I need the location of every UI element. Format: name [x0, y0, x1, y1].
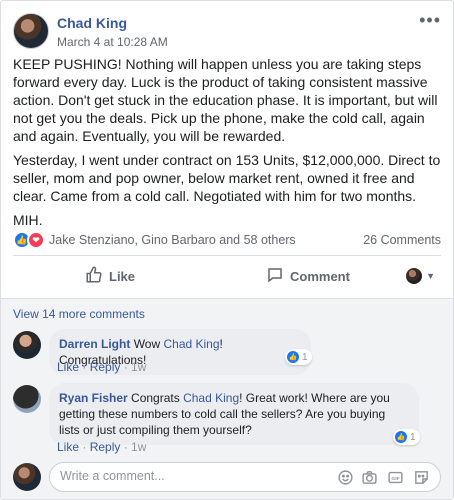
comment-text: Congrats	[131, 391, 184, 405]
reactors-summary[interactable]: Jake Stenziano, Gino Barbaro and 58 othe…	[49, 233, 296, 247]
speech-bubble-icon	[266, 266, 284, 287]
user-mini-avatar	[406, 268, 423, 284]
commenter-name[interactable]: Darren Light	[59, 337, 130, 351]
like-button[interactable]: Like	[85, 259, 135, 293]
emoji-icon[interactable]	[337, 469, 354, 486]
comment-composer: GIF	[13, 462, 441, 492]
like-reaction-icon: 👍	[287, 351, 299, 363]
svg-text:GIF: GIF	[391, 476, 399, 482]
comment-meta: Like · Reply · 1w	[57, 360, 147, 374]
post-card: Chad King March 4 at 10:28 AM ••• KEEP P…	[0, 0, 454, 500]
like-reaction-icon: 👍	[395, 431, 407, 443]
thumbs-up-icon	[85, 266, 103, 287]
post-paragraph: Yesterday, I went under contract on 153 …	[13, 152, 441, 204]
comment-label: Comment	[290, 268, 350, 284]
comment-item: Ryan Fisher Congrats Chad King! Great wo…	[13, 383, 441, 459]
view-more-comments-link[interactable]: View 14 more comments	[13, 307, 145, 321]
author-avatar[interactable]	[13, 13, 49, 49]
action-bar: Like Comment ▼	[13, 259, 441, 293]
current-user-avatar	[13, 463, 41, 491]
comment-time[interactable]: 1w	[131, 360, 146, 374]
comment-text: Wow	[133, 337, 164, 351]
camera-icon[interactable]	[361, 469, 378, 486]
comments-section: View 14 more comments Darren Light Wow C…	[1, 298, 453, 499]
comment-input-wrapper[interactable]: GIF	[49, 462, 441, 492]
comment-reply-link[interactable]: Reply	[90, 440, 121, 454]
commenter-avatar[interactable]	[13, 385, 41, 413]
love-reaction-icon: ❤	[27, 231, 45, 249]
tagged-user[interactable]: Chad King	[183, 391, 239, 405]
comment-reaction-badge[interactable]: 👍 1	[393, 429, 420, 445]
comment-reaction-count: 1	[302, 351, 308, 363]
comment-like-link[interactable]: Like	[57, 360, 79, 374]
post-paragraph: KEEP PUSHING! Nothing will happen unless…	[13, 56, 438, 144]
tagged-user[interactable]: Chad King	[163, 337, 219, 351]
author-name[interactable]: Chad King	[57, 15, 127, 31]
post-header: Chad King March 4 at 10:28 AM •••	[13, 11, 441, 53]
reaction-author-selector[interactable]: ▼	[406, 259, 435, 293]
comment-count[interactable]: 26 Comments	[363, 233, 441, 247]
post-paragraph: MIH.	[13, 212, 43, 228]
gif-icon[interactable]: GIF	[387, 469, 404, 486]
comment-time[interactable]: 1w	[131, 440, 146, 454]
comment-reaction-count: 1	[410, 431, 416, 443]
comment-reaction-badge[interactable]: 👍 1	[285, 349, 312, 365]
comment-meta: Like · Reply · 1w	[57, 440, 147, 454]
comment-button[interactable]: Comment	[266, 259, 350, 293]
more-horizontal-icon[interactable]: •••	[419, 11, 441, 29]
comment-item: Darren Light Wow Chad King! Congratulati…	[13, 329, 441, 377]
like-label: Like	[109, 268, 136, 284]
comment-like-link[interactable]: Like	[57, 440, 79, 454]
sticker-icon[interactable]	[413, 469, 430, 486]
reactions-bar: 👍 ❤ Jake Stenziano, Gino Barbaro and 58 …	[13, 230, 441, 250]
divider	[13, 255, 441, 256]
comment-reply-link[interactable]: Reply	[90, 360, 121, 374]
post-timestamp[interactable]: March 4 at 10:28 AM	[57, 35, 168, 49]
post-body: KEEP PUSHING! Nothing will happen unless…	[13, 55, 443, 235]
comment-input[interactable]	[60, 469, 310, 483]
reaction-icons[interactable]: 👍 ❤	[13, 231, 47, 249]
comment-bubble: Ryan Fisher Congrats Chad King! Great wo…	[49, 383, 419, 445]
chevron-down-icon: ▼	[426, 271, 435, 281]
commenter-name[interactable]: Ryan Fisher	[59, 391, 128, 405]
commenter-avatar[interactable]	[13, 331, 41, 359]
